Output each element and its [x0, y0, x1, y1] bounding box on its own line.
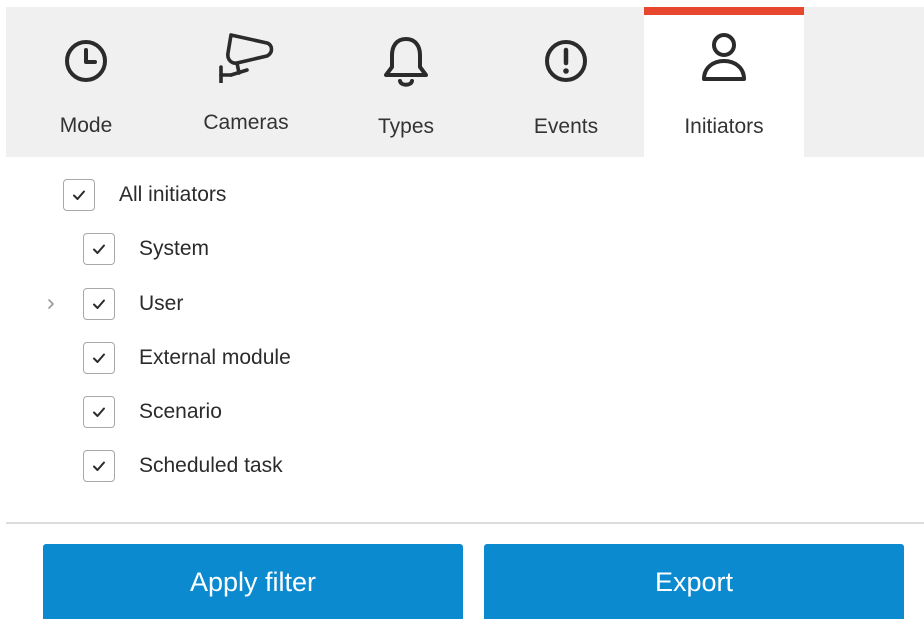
check-icon	[73, 190, 85, 200]
user-icon	[644, 25, 804, 89]
tab-label: Types	[377, 115, 435, 138]
apply-filter-button[interactable]: Apply filter	[43, 544, 463, 619]
tree-row-all[interactable]: All initiators	[63, 175, 226, 215]
tab-label: Cameras	[203, 111, 289, 134]
tab-label: Mode	[59, 114, 113, 137]
scenario-checkbox[interactable]	[83, 396, 115, 428]
apply-filter-label: Apply filter	[189, 566, 317, 597]
clock-icon	[6, 29, 166, 93]
tree-row-label: Scenario	[139, 400, 222, 423]
tree-row-label: User	[139, 292, 184, 315]
check-icon	[93, 299, 105, 309]
check-icon	[93, 407, 105, 417]
tree-row-user[interactable]: User	[83, 284, 183, 324]
tree-row-label: System	[139, 237, 210, 260]
tab-cameras[interactable]: Cameras	[166, 7, 326, 157]
tab-types[interactable]: Types	[326, 7, 486, 157]
scheduled-task-checkbox[interactable]	[83, 450, 115, 482]
check-icon	[93, 244, 105, 254]
tab-bar: Mode Cameras Types Events Initiators	[6, 7, 924, 157]
tree-row-scenario[interactable]: Scenario	[83, 392, 222, 432]
alert-icon	[486, 29, 646, 93]
all-initiators-checkbox[interactable]	[63, 179, 95, 211]
tree-row-external-module[interactable]: External module	[83, 338, 291, 378]
user-checkbox[interactable]	[83, 288, 115, 320]
tree-row-system[interactable]: System	[83, 229, 209, 269]
tab-label: Events	[533, 115, 599, 138]
active-tab-indicator	[644, 7, 804, 15]
bell-icon	[326, 29, 486, 93]
tree-row-label: All initiators	[119, 183, 227, 206]
external-module-checkbox[interactable]	[83, 342, 115, 374]
check-icon	[93, 461, 105, 471]
tree-row-label: Scheduled task	[139, 454, 283, 477]
tab-events[interactable]: Events	[486, 7, 646, 157]
tree-row-scheduled-task[interactable]: Scheduled task	[83, 446, 283, 486]
export-label: Export	[654, 566, 734, 597]
tab-label: Initiators	[684, 115, 764, 138]
expand-chevron-icon[interactable]	[44, 297, 58, 311]
tree-row-label: External module	[139, 346, 291, 369]
system-checkbox[interactable]	[83, 233, 115, 265]
camera-icon	[166, 21, 326, 85]
tab-mode[interactable]: Mode	[6, 7, 166, 157]
export-button[interactable]: Export	[484, 544, 904, 619]
check-icon	[93, 353, 105, 363]
divider	[6, 522, 924, 524]
tab-initiators[interactable]: Initiators	[644, 7, 804, 157]
